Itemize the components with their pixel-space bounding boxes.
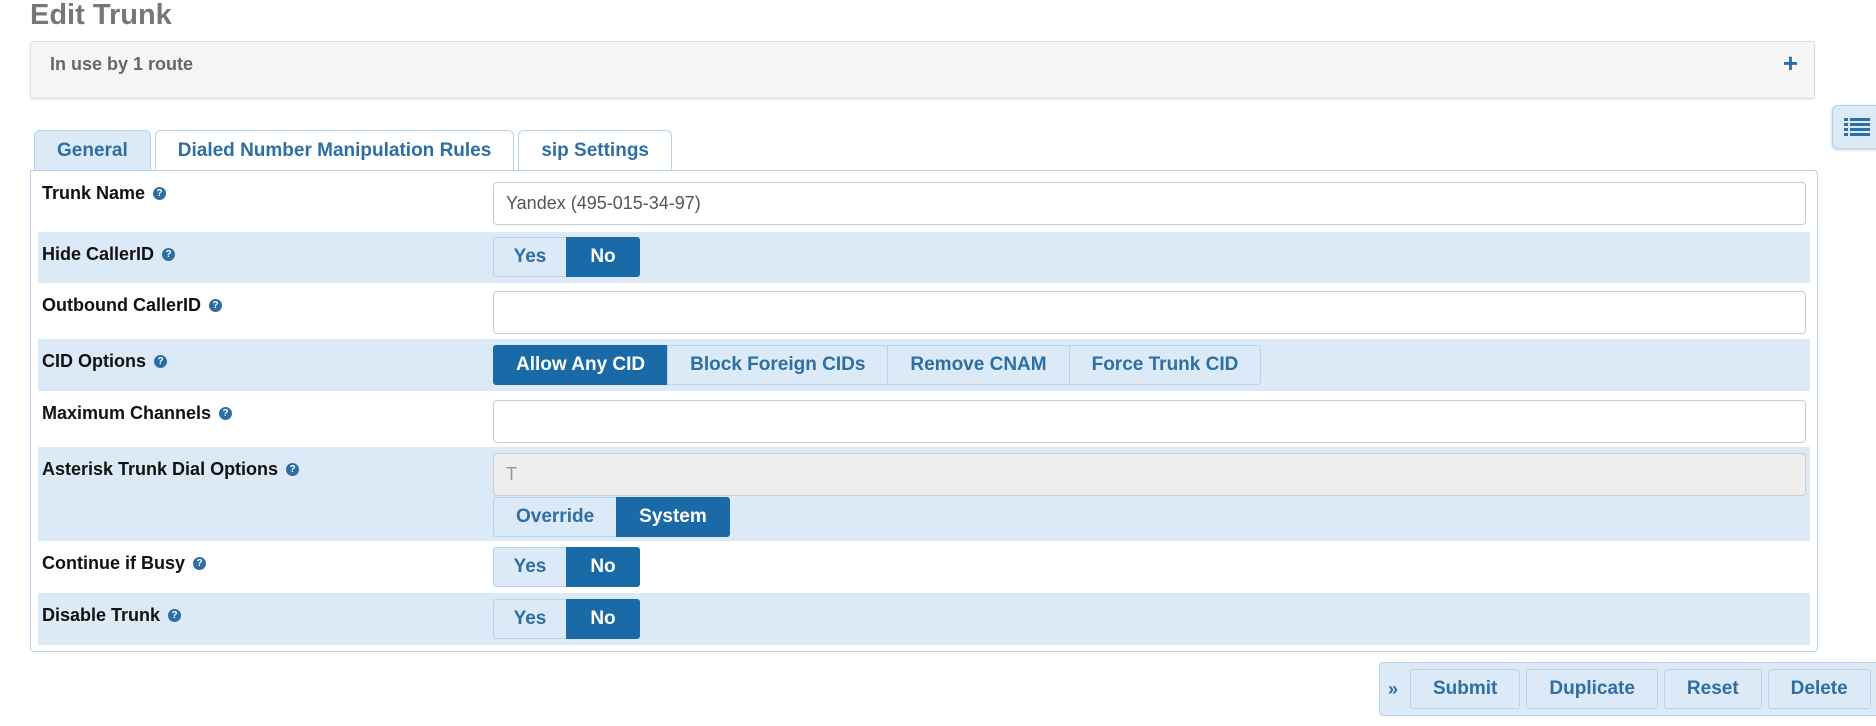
trunk-form: Trunk Name ? Yandex (495-015-34-97) Hide… [30, 170, 1818, 652]
page-title: Edit Trunk [30, 0, 172, 31]
block-foreign-cids-button[interactable]: Block Foreign CIDs [667, 345, 889, 385]
cid-options-group: Allow Any CID Block Foreign CIDs Remove … [493, 345, 1262, 385]
action-bar: » Submit Duplicate Reset Delete [1379, 662, 1876, 716]
continue-if-busy-toggle: Yes No [493, 547, 640, 587]
disable-trunk-toggle: Yes No [493, 599, 640, 639]
question-icon[interactable]: ? [193, 557, 206, 570]
row-trunk-name: Trunk Name ? Yandex (495-015-34-97) [38, 171, 1810, 225]
override-button[interactable]: Override [493, 497, 618, 537]
continue-if-busy-no-button[interactable]: No [566, 547, 640, 587]
list-menu-toggle[interactable] [1832, 105, 1876, 149]
collapse-chevron-icon[interactable]: » [1388, 679, 1404, 700]
duplicate-button[interactable]: Duplicate [1526, 669, 1658, 709]
row-disable-trunk: Disable Trunk ? Yes No [38, 593, 1810, 645]
disable-trunk-label-text: Disable Trunk [42, 605, 161, 625]
submit-button[interactable]: Submit [1410, 669, 1521, 709]
tab-bar: General Dialed Number Manipulation Rules… [34, 130, 672, 170]
tab-general[interactable]: General [34, 130, 151, 170]
continue-if-busy-label-text: Continue if Busy [42, 553, 185, 573]
trunk-name-label: Trunk Name ? [42, 183, 167, 204]
row-hide-callerid: Hide CallerID ? Yes No [38, 232, 1810, 283]
hide-callerid-label: Hide CallerID ? [42, 244, 176, 265]
row-asterisk-trunk-dial-options: Asterisk Trunk Dial Options ? T Override… [38, 447, 1810, 541]
question-icon[interactable]: ? [162, 248, 176, 261]
delete-button[interactable]: Delete [1767, 669, 1871, 709]
cid-options-label: CID Options ? [42, 351, 167, 372]
outbound-callerid-label: Outbound CallerID ? [42, 295, 222, 316]
outbound-callerid-input[interactable] [493, 291, 1806, 334]
remove-cnam-button[interactable]: Remove CNAM [887, 345, 1070, 385]
question-icon[interactable]: ? [209, 299, 222, 312]
tab-sip-settings[interactable]: sip Settings [518, 130, 672, 170]
cid-options-label-text: CID Options [42, 351, 146, 371]
hide-callerid-label-text: Hide CallerID [42, 244, 155, 264]
row-outbound-callerid: Outbound CallerID ? [38, 283, 1810, 337]
question-icon[interactable]: ? [168, 609, 182, 622]
hide-callerid-no-button[interactable]: No [566, 237, 640, 277]
force-trunk-cid-button[interactable]: Force Trunk CID [1068, 345, 1262, 385]
maximum-channels-label-text: Maximum Channels [42, 403, 212, 423]
question-icon[interactable]: ? [154, 355, 167, 368]
trunk-name-label-text: Trunk Name [42, 183, 146, 203]
dial-options-input[interactable]: T [493, 453, 1806, 496]
maximum-channels-input[interactable] [493, 400, 1806, 443]
row-cid-options: CID Options ? Allow Any CID Block Foreig… [38, 339, 1810, 391]
disable-trunk-yes-button[interactable]: Yes [493, 599, 567, 639]
system-button[interactable]: System [616, 497, 730, 537]
allow-any-cid-button[interactable]: Allow Any CID [493, 345, 669, 385]
asterisk-trunk-dial-options-label-text: Asterisk Trunk Dial Options [42, 459, 279, 479]
dial-options-mode-group: Override System [493, 497, 730, 537]
disable-trunk-no-button[interactable]: No [566, 599, 640, 639]
continue-if-busy-yes-button[interactable]: Yes [493, 547, 567, 587]
continue-if-busy-label: Continue if Busy ? [42, 553, 206, 574]
usage-panel[interactable]: In use by 1 route + [30, 41, 1815, 99]
asterisk-trunk-dial-options-label: Asterisk Trunk Dial Options ? [42, 459, 300, 480]
list-icon [1844, 118, 1870, 136]
hide-callerid-toggle: Yes No [493, 237, 640, 277]
question-icon[interactable]: ? [286, 463, 300, 476]
maximum-channels-label: Maximum Channels ? [42, 403, 233, 424]
hide-callerid-yes-button[interactable]: Yes [493, 237, 567, 277]
row-continue-if-busy: Continue if Busy ? Yes No [38, 541, 1810, 593]
question-icon[interactable]: ? [219, 407, 233, 420]
outbound-callerid-label-text: Outbound CallerID [42, 295, 201, 315]
disable-trunk-label: Disable Trunk ? [42, 605, 182, 626]
usage-label: In use by 1 route [50, 54, 194, 74]
trunk-name-input[interactable]: Yandex (495-015-34-97) [493, 182, 1806, 225]
reset-button[interactable]: Reset [1663, 669, 1762, 709]
expand-plus-icon[interactable]: + [1783, 42, 1798, 84]
row-maximum-channels: Maximum Channels ? [38, 391, 1810, 445]
question-icon[interactable]: ? [153, 187, 167, 200]
tab-dialed-number-manipulation-rules[interactable]: Dialed Number Manipulation Rules [154, 130, 515, 170]
